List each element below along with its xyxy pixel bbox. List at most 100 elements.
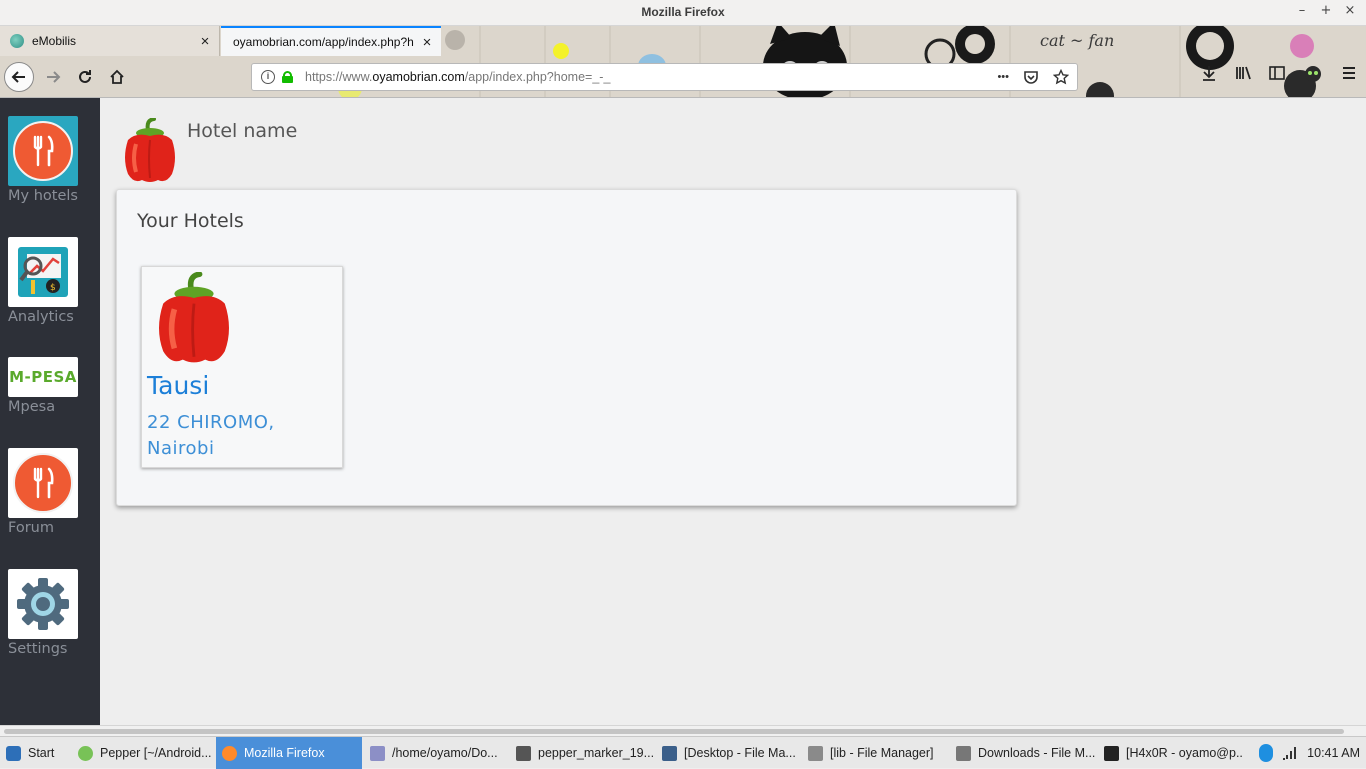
forum-tile[interactable] xyxy=(8,448,78,518)
tab-close-icon[interactable]: × xyxy=(419,34,435,51)
taskbar-label: /home/oyamo/Do... xyxy=(392,746,498,760)
pocket-icon[interactable] xyxy=(1023,69,1039,85)
hotel-name-heading: Hotel name xyxy=(187,120,298,142)
hotel-name-link[interactable]: Tausi xyxy=(147,371,209,400)
page-actions-menu-icon[interactable]: ••• xyxy=(997,71,1009,83)
tab-label: eMobilis xyxy=(32,34,77,48)
back-button[interactable] xyxy=(4,62,34,92)
window-title: Mozilla Firefox xyxy=(641,5,725,19)
analytics-tile[interactable]: $ xyxy=(8,237,78,307)
browser-chrome: cat ~ fan eMobilis × oyamobrian.com/app/… xyxy=(0,26,1366,98)
start-label: Start xyxy=(28,746,55,760)
android-studio-icon xyxy=(78,745,93,761)
forward-button[interactable] xyxy=(38,62,68,92)
camera-folder-icon xyxy=(956,745,971,761)
minimize-button[interactable]: – xyxy=(1296,3,1308,18)
image-file-icon xyxy=(516,745,531,761)
taskbar-item-terminal[interactable]: [H4x0R - oyamo@p... xyxy=(1098,737,1244,769)
sidebar-item-settings[interactable]: Settings xyxy=(8,569,92,657)
taskbar-label: [H4x0R - oyamo@p... xyxy=(1126,746,1244,760)
pepper-logo-icon xyxy=(125,118,175,182)
taskbar-item-downloads[interactable]: Downloads - File M... xyxy=(950,737,1096,769)
toolbar-right xyxy=(1200,64,1358,82)
url-text[interactable]: https://www.oyamobrian.com/app/index.php… xyxy=(305,70,610,84)
url-domain: oyamobrian.com xyxy=(372,70,465,84)
terminal-icon xyxy=(1104,745,1119,761)
taskbar-item-pepper-marker[interactable]: pepper_marker_19... xyxy=(510,737,654,769)
reload-button[interactable] xyxy=(70,62,100,92)
panel-title: Your Hotels xyxy=(137,210,244,232)
text-editor-icon xyxy=(370,745,385,761)
firefox-icon xyxy=(222,745,237,761)
sidebar-toggle-icon[interactable] xyxy=(1268,64,1286,82)
app-sidebar: My hotels $ Analytics M-PESA Mpesa Forum… xyxy=(0,98,100,725)
taskbar-label: Pepper [~/Android... xyxy=(100,746,212,760)
system-tray: 10:41 AM xyxy=(1259,737,1366,769)
taskbar-item-lib-file-manager[interactable]: [lib - File Manager] xyxy=(802,737,942,769)
maximize-button[interactable]: + xyxy=(1320,3,1332,18)
taskbar-item-firefox[interactable]: Mozilla Firefox xyxy=(216,737,362,769)
clock[interactable]: 10:41 AM xyxy=(1307,746,1360,760)
library-icon[interactable] xyxy=(1234,64,1252,82)
analytics-chart-icon: $ xyxy=(18,247,68,297)
sidebar-label: Settings xyxy=(8,641,68,657)
hotel-address: 22 CHIROMO, Nairobi xyxy=(147,412,275,459)
window-titlebar: Mozilla Firefox – + × xyxy=(0,0,1366,26)
folder-icon xyxy=(808,745,823,761)
navigation-toolbar: i https://www.oyamobrian.com/app/index.p… xyxy=(0,59,1366,97)
tab-strip: eMobilis × oyamobrian.com/app/index.php?… xyxy=(0,26,1366,56)
start-menu-icon xyxy=(6,745,21,761)
reload-icon xyxy=(79,70,91,83)
home-icon xyxy=(110,69,124,84)
your-hotels-panel: Your Hotels Tausi 22 CHIROMO, Nairobi xyxy=(116,189,1017,506)
hamburger-menu-icon[interactable] xyxy=(1340,64,1358,82)
taskbar-item-text-editor[interactable]: /home/oyamo/Do... xyxy=(364,737,506,769)
taskbar-item-desktop-file-manager[interactable]: [Desktop - File Ma... xyxy=(656,737,798,769)
tab-label: oyamobrian.com/app/index.php?h xyxy=(233,35,414,49)
sidebar-item-my-hotels[interactable]: My hotels xyxy=(8,116,92,204)
forward-arrow-icon xyxy=(47,71,61,83)
start-button[interactable]: Start xyxy=(0,737,64,769)
desktop-folder-icon xyxy=(662,745,677,761)
tab-oyamobrian[interactable]: oyamobrian.com/app/index.php?h × xyxy=(221,26,441,56)
taskbar-label: Downloads - File M... xyxy=(978,746,1096,760)
taskbar-label: [lib - File Manager] xyxy=(830,746,934,760)
url-prefix: https://www. xyxy=(305,70,373,84)
emobilis-favicon-icon xyxy=(10,34,24,48)
sidebar-label: Forum xyxy=(8,520,54,536)
taskbar-label: [Desktop - File Ma... xyxy=(684,746,796,760)
url-bar[interactable]: i https://www.oyamobrian.com/app/index.p… xyxy=(251,63,1078,91)
fork-knife-icon xyxy=(13,121,73,181)
sidebar-item-analytics[interactable]: $ Analytics xyxy=(8,237,92,325)
bookmark-star-icon[interactable] xyxy=(1053,69,1069,85)
sidebar-item-mpesa[interactable]: M-PESA Mpesa xyxy=(8,357,92,415)
os-taskbar: Start Pepper [~/Android... Mozilla Firef… xyxy=(0,736,1366,769)
url-actions: ••• xyxy=(997,69,1069,85)
sidebar-label: My hotels xyxy=(8,188,78,204)
tab-emobilis[interactable]: eMobilis × xyxy=(0,26,220,56)
extension-cat-icon[interactable] xyxy=(1302,64,1324,82)
taskbar-item-pepper[interactable]: Pepper [~/Android... xyxy=(72,737,214,769)
secure-lock-icon xyxy=(282,71,293,83)
wifi-signal-icon[interactable] xyxy=(1281,745,1299,761)
fork-knife-icon xyxy=(13,453,73,513)
settings-tile[interactable] xyxy=(8,569,78,639)
taskbar-label: pepper_marker_19... xyxy=(538,746,654,760)
site-info-icon[interactable]: i xyxy=(261,70,275,84)
my-hotels-tile[interactable] xyxy=(8,116,78,186)
downloads-icon[interactable] xyxy=(1200,64,1218,82)
bluetooth-icon[interactable] xyxy=(1259,744,1274,762)
hotel-card[interactable]: Tausi 22 CHIROMO, Nairobi xyxy=(141,266,343,468)
horizontal-scrollbar[interactable] xyxy=(0,725,1366,736)
back-arrow-icon xyxy=(11,71,25,83)
close-window-button[interactable]: × xyxy=(1344,3,1356,18)
tab-close-icon[interactable]: × xyxy=(197,33,213,50)
sidebar-item-forum[interactable]: Forum xyxy=(8,448,92,536)
home-button[interactable] xyxy=(102,62,132,92)
pepper-hotel-image-icon xyxy=(159,272,229,363)
sidebar-label: Analytics xyxy=(8,309,74,325)
svg-text:$: $ xyxy=(50,283,56,293)
scrollbar-thumb[interactable] xyxy=(4,729,1344,734)
mpesa-logo-icon: M-PESA xyxy=(9,368,77,386)
mpesa-tile[interactable]: M-PESA xyxy=(8,357,78,397)
